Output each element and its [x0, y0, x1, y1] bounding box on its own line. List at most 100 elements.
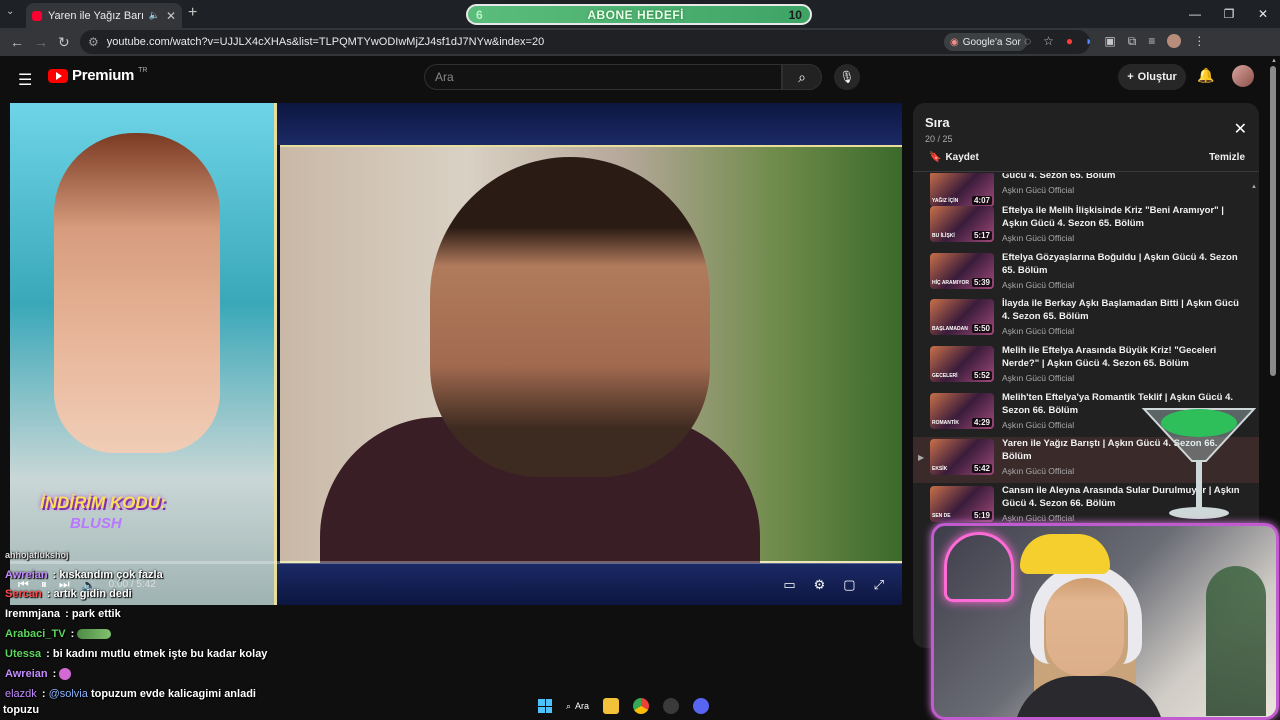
search-button[interactable]: ⌕	[782, 64, 822, 90]
queue-item[interactable]: BU İLİŞKİ 5:17 Eftelya ile Melih İlişkisin…	[913, 204, 1259, 250]
bookmark-star-icon[interactable]: ☆	[1043, 34, 1054, 49]
theater-mode-icon[interactable]: ▢	[843, 577, 855, 593]
headphones	[1030, 564, 1142, 664]
youtube-premium-logo[interactable]: Premium TR	[48, 67, 147, 84]
restore-icon[interactable]: ❐	[1212, 0, 1246, 28]
chat-message: Sercan : artık gidin dedi	[5, 588, 132, 600]
forward-arrow-icon[interactable]: →	[34, 34, 48, 50]
search-input[interactable]: Ara	[424, 64, 782, 90]
notifications-bell-icon[interactable]: 🔔	[1197, 67, 1214, 84]
video-thumbnail[interactable]: BU İLİŞKİ 5:17	[930, 206, 994, 242]
video-progress-bar[interactable]	[10, 561, 902, 564]
taskbar-search[interactable]: ⌕ Ara	[566, 701, 589, 712]
voice-search-button[interactable]: 🎙	[834, 64, 860, 90]
channel-name[interactable]: Aşkın Gücü Official	[1002, 233, 1242, 243]
video-thumbnail[interactable]: GECELERİ 5:52	[930, 346, 994, 382]
video-title[interactable]: Melih ile Eftelya Arasında Büyük Kriz! "…	[1002, 344, 1242, 370]
page-scrollbar[interactable]	[1270, 66, 1276, 376]
google-lens-icon: ◉	[950, 36, 959, 48]
video-thumbnail[interactable]: YAĞIZ İÇİN 4:07	[930, 173, 994, 207]
video-title[interactable]: Eftelya ile Melih İlişkisinde Kriz "Beni…	[1002, 204, 1242, 230]
car-emote-icon	[77, 629, 112, 640]
goal-label: ABONE HEDEFİ	[587, 7, 684, 22]
site-info-icon[interactable]: ⚙	[88, 35, 99, 49]
video-thumbnail[interactable]: HİÇ ARAMIYOR 5:39	[930, 253, 994, 289]
video-title[interactable]: Gücü 4. Sezon 65. Bölüm	[1002, 173, 1242, 182]
neon-sign	[944, 532, 1014, 602]
hamburger-menu-icon[interactable]: ☰	[18, 70, 32, 90]
video-player[interactable]: İNDİRİM KODU: BLUSH ⏮ ⏸ ⏭ 🔊 0:00 / 5:42 …	[10, 103, 902, 605]
chat-text: bi kadını mutlu etmek işte bu kadar kola…	[52, 648, 268, 660]
chat-username: Awreian	[5, 668, 48, 680]
country-code: TR	[138, 67, 148, 74]
minimize-icon[interactable]: —	[1178, 0, 1212, 28]
close-window-icon[interactable]: ✕	[1246, 0, 1280, 28]
microphone-icon: 🎙	[839, 70, 855, 84]
obs-icon[interactable]	[663, 698, 680, 714]
queue-item[interactable]: HİÇ ARAMIYOR 5:39 Eftelya Gözyaşlarına Boğ…	[913, 251, 1259, 297]
save-button[interactable]: 🔖 Kaydet	[929, 152, 979, 163]
create-label: Oluştur	[1137, 71, 1177, 83]
channel-name[interactable]: Aşkın Gücü Official	[1002, 373, 1242, 383]
clear-button[interactable]: Temizle	[1209, 152, 1245, 163]
discord-icon[interactable]	[693, 698, 710, 714]
windows-start-icon[interactable]	[538, 699, 552, 713]
video-duration: 5:39	[971, 278, 992, 287]
goal-target: 10	[788, 7, 802, 22]
extension-dark-icon[interactable]: ▣	[1104, 34, 1115, 49]
subtitles-icon[interactable]: ▭	[783, 577, 795, 593]
video-duration: 5:50	[971, 324, 992, 333]
chrome-icon[interactable]	[633, 698, 650, 714]
tab-search-icon[interactable]: ⌄	[6, 6, 14, 17]
video-thumbnail[interactable]: ROMANTİK 4:29	[930, 393, 994, 429]
user-avatar[interactable]	[1232, 65, 1254, 87]
video-thumbnail[interactable]: SEN DE 5:19	[930, 486, 994, 522]
eye-off-icon[interactable]: ◌	[1024, 34, 1031, 49]
video-title[interactable]: İlayda ile Berkay Aşkı Başlamadan Bitti …	[1002, 297, 1242, 323]
chat-username: elazdk	[5, 688, 37, 700]
new-tab-plus-icon[interactable]: +	[188, 4, 197, 22]
channel-name[interactable]: Aşkın Gücü Official	[1002, 185, 1242, 195]
fullscreen-icon[interactable]: ⤢	[874, 577, 884, 593]
bookmark-icon: 🔖	[929, 152, 942, 163]
queue-item-info: Eftelya Gözyaşlarına Boğuldu | Aşkın Güc…	[1002, 251, 1242, 290]
queue-item[interactable]: BAŞLAMADAN 5:50 İlayda ile Berkay Aşkı Baş…	[913, 297, 1259, 343]
back-arrow-icon[interactable]: ←	[10, 34, 24, 50]
reading-list-icon[interactable]: ≡	[1148, 34, 1155, 49]
chat-message: Awreian : kıskandım çok fazla	[5, 569, 163, 581]
browser-tab-active[interactable]: Yaren ile Yağız Barıştı | Aşkın 🔈 ✕	[26, 3, 182, 28]
extension-blue-icon[interactable]: ◗	[1085, 34, 1092, 49]
profile-avatar-icon[interactable]	[1167, 34, 1182, 48]
browser-toolbar: ← → ↻ ⚙ youtube.com/watch?v=UJJLX4cXHAs&…	[0, 28, 1280, 56]
video-main-frame	[280, 145, 902, 567]
queue-close-icon[interactable]: ✕	[1234, 119, 1247, 139]
page-scroll-up-icon[interactable]: ▲	[1271, 58, 1277, 64]
file-explorer-icon[interactable]	[603, 698, 620, 714]
youtube-header: ☰ Premium TR Ara ⌕ 🎙 + Oluştur 🔔	[0, 56, 1280, 100]
settings-gear-icon[interactable]: ⚙	[814, 577, 826, 593]
extensions-puzzle-icon[interactable]: ⧉	[1128, 34, 1137, 49]
video-thumbnail[interactable]: BAŞLAMADAN 5:50	[930, 299, 994, 335]
tab-close-icon[interactable]: ✕	[166, 9, 176, 23]
chat-text: topuzu	[3, 704, 40, 716]
taskbar-search-label: Ara	[575, 701, 590, 711]
chrome-menu-icon[interactable]: ⋮	[1193, 34, 1205, 49]
channel-name[interactable]: Aşkın Gücü Official	[1002, 280, 1242, 290]
browser-tab-strip: ⌄ Yaren ile Yağız Barıştı | Aşkın 🔈 ✕ + …	[0, 0, 1280, 28]
extension-icons: ◌ ☆ ● ◗ ▣ ⧉ ≡ ⋮	[1024, 34, 1205, 49]
promo-code-value: BLUSH	[70, 515, 122, 532]
queue-item[interactable]: GECELERİ 5:52 Melih ile Eftelya Arasında B…	[913, 344, 1259, 390]
chat-message: topuzu	[3, 704, 39, 716]
reload-icon[interactable]: ↻	[58, 34, 70, 51]
video-title[interactable]: Eftelya Gözyaşlarına Boğuldu | Aşkın Güc…	[1002, 251, 1242, 277]
video-thumbnail[interactable]: EKSİK 5:42	[930, 439, 994, 475]
address-bar[interactable]: ⚙ youtube.com/watch?v=UJJLX4cXHAs&list=T…	[80, 30, 1090, 54]
google-sor-button[interactable]: ◉ Google'a Sor	[944, 33, 1027, 51]
video-duration: 5:42	[971, 464, 992, 473]
thumbnail-caption: EKSİK	[932, 466, 948, 472]
scroll-up-icon[interactable]: ▲	[1251, 184, 1257, 190]
create-button[interactable]: + Oluştur	[1118, 64, 1186, 90]
channel-name[interactable]: Aşkın Gücü Official	[1002, 326, 1242, 336]
speaker-icon[interactable]: 🔈	[149, 10, 160, 21]
extension-red-icon[interactable]: ●	[1066, 34, 1073, 49]
